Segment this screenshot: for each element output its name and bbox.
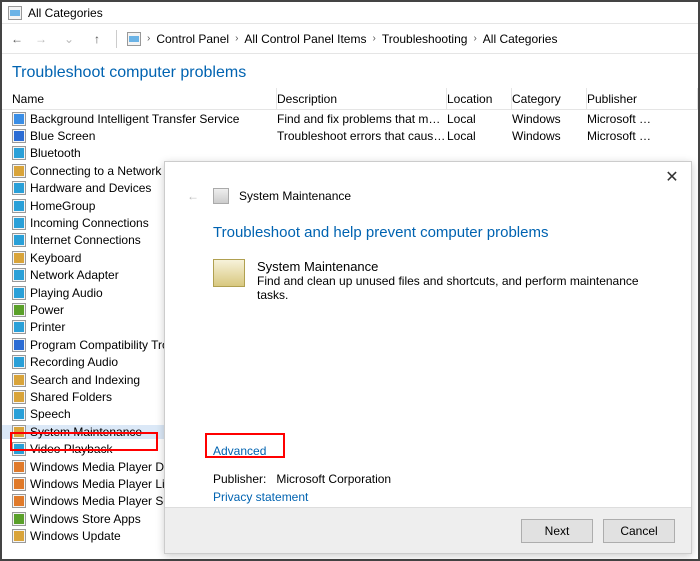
forward-button[interactable]: →	[32, 30, 50, 48]
nav-bar: ← → ⌄ ↑ › Control Panel › All Control Pa…	[2, 24, 698, 54]
up-button[interactable]: ↑	[88, 30, 106, 48]
chevron-right-icon: ›	[147, 33, 150, 44]
item-icon	[12, 355, 26, 369]
chevron-right-icon: ›	[473, 33, 476, 44]
item-name: Recording Audio	[30, 355, 118, 369]
item-name: Playing Audio	[30, 286, 103, 300]
page-title: Troubleshoot computer problems	[2, 54, 698, 88]
col-header-location[interactable]: Location	[447, 88, 512, 109]
publisher-value: Microsoft Corporation	[276, 472, 391, 486]
troubleshooter-title: System Maintenance	[257, 259, 651, 274]
item-location: Local	[447, 112, 512, 126]
recent-locations-icon[interactable]: ⌄	[60, 30, 78, 48]
item-icon	[12, 129, 26, 143]
item-icon	[12, 164, 26, 178]
publisher-label: Publisher:	[213, 472, 266, 486]
column-headers: Name Description Location Category Publi…	[2, 88, 698, 110]
list-item[interactable]: Bluetooth	[2, 145, 698, 162]
col-header-category[interactable]: Category	[512, 88, 587, 109]
highlight-annotation	[10, 432, 158, 451]
close-button[interactable]: ✕	[663, 168, 681, 186]
title-bar: All Categories	[2, 2, 698, 24]
item-name: Hardware and Devices	[30, 181, 151, 195]
item-icon	[12, 251, 26, 265]
item-icon	[12, 216, 26, 230]
nav-divider	[116, 30, 117, 48]
item-name: Connecting to a Network	[30, 164, 161, 178]
item-icon	[12, 146, 26, 160]
chevron-right-icon: ›	[372, 33, 375, 44]
window-title: All Categories	[28, 6, 103, 20]
item-name: HomeGroup	[30, 199, 95, 213]
item-name: Bluetooth	[30, 146, 81, 160]
breadcrumb-item[interactable]: All Control Panel Items	[244, 32, 366, 46]
item-category: Windows	[512, 112, 587, 126]
col-header-name[interactable]: Name	[2, 88, 277, 109]
item-name: Search and Indexing	[30, 373, 140, 387]
list-item[interactable]: Background Intelligent Transfer Service F…	[2, 110, 698, 127]
breadcrumb[interactable]: › Control Panel › All Control Panel Item…	[127, 32, 557, 46]
breadcrumb-item[interactable]: Troubleshooting	[382, 32, 468, 46]
item-icon	[12, 460, 26, 474]
dialog-label: System Maintenance	[239, 189, 351, 203]
item-publisher: Microsoft …	[587, 129, 698, 143]
troubleshooter-description: Find and clean up unused files and short…	[257, 274, 651, 302]
chevron-right-icon: ›	[235, 33, 238, 44]
item-name: Windows Update	[30, 529, 121, 543]
item-icon	[12, 494, 26, 508]
item-name: Windows Store Apps	[30, 512, 141, 526]
breadcrumb-item[interactable]: Control Panel	[156, 32, 229, 46]
next-button[interactable]: Next	[521, 519, 593, 543]
item-icon	[12, 512, 26, 526]
item-icon	[12, 529, 26, 543]
item-name: Printer	[30, 320, 65, 334]
location-icon	[127, 32, 141, 46]
item-name: Internet Connections	[30, 233, 141, 247]
item-icon	[12, 233, 26, 247]
dialog-back-button[interactable]: ←	[183, 186, 203, 206]
item-name: Shared Folders	[30, 390, 112, 404]
dialog-heading: Troubleshoot and help prevent computer p…	[213, 224, 651, 241]
breadcrumb-item[interactable]: All Categories	[483, 32, 558, 46]
item-desc: Find and fix problems that may p…	[277, 112, 447, 126]
item-icon	[12, 286, 26, 300]
window-icon	[8, 6, 22, 20]
item-desc: Troubleshoot errors that cause Wi…	[277, 129, 447, 143]
item-publisher: Microsoft …	[587, 112, 698, 126]
item-name: Blue Screen	[30, 129, 95, 143]
item-icon	[12, 199, 26, 213]
item-icon	[12, 320, 26, 334]
cancel-button[interactable]: Cancel	[603, 519, 675, 543]
item-category: Windows	[512, 129, 587, 143]
privacy-link[interactable]: Privacy statement	[213, 490, 308, 504]
col-header-publisher[interactable]: Publisher	[587, 88, 698, 109]
item-name: Keyboard	[30, 251, 81, 265]
item-icon	[12, 338, 26, 352]
item-icon	[12, 390, 26, 404]
item-icon	[12, 181, 26, 195]
item-name: Network Adapter	[30, 268, 119, 282]
item-icon	[12, 373, 26, 387]
item-name: Incoming Connections	[30, 216, 149, 230]
item-name: Power	[30, 303, 64, 317]
item-name: Background Intelligent Transfer Service	[30, 112, 239, 126]
item-icon	[12, 268, 26, 282]
maintenance-icon	[213, 259, 245, 287]
item-icon	[12, 303, 26, 317]
back-button[interactable]: ←	[8, 30, 26, 48]
item-name: Windows Media Player DVD	[30, 460, 181, 474]
item-name: Speech	[30, 407, 71, 421]
item-icon	[12, 112, 26, 126]
item-icon	[12, 407, 26, 421]
item-location: Local	[447, 129, 512, 143]
troubleshooter-dialog: ✕ ← System Maintenance Troubleshoot and …	[164, 161, 692, 554]
col-header-description[interactable]: Description	[277, 88, 447, 109]
highlight-annotation	[205, 433, 285, 458]
item-icon	[12, 477, 26, 491]
list-item[interactable]: Blue Screen Troubleshoot errors that caus…	[2, 127, 698, 144]
dialog-icon	[213, 188, 229, 204]
